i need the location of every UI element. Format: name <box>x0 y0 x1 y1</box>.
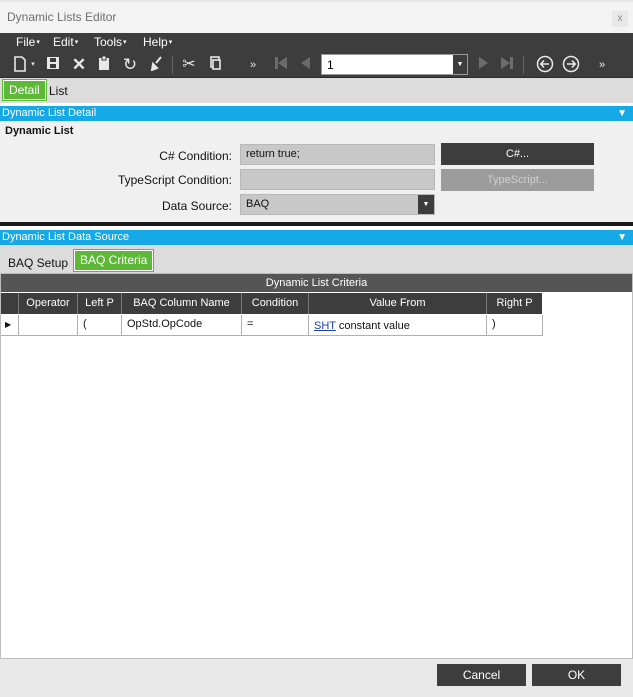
value-from-text: constant value <box>338 320 410 332</box>
chevron-down-icon[interactable]: ▼ <box>453 55 467 74</box>
typescript-condition-field[interactable] <box>240 169 435 190</box>
pin-icon[interactable]: ▼ <box>617 230 627 245</box>
row-selector-header <box>1 293 19 314</box>
typescript-condition-label: TypeScript Condition: <box>117 173 232 187</box>
forward-icon[interactable] <box>561 55 581 75</box>
toolbar-separator <box>172 56 173 74</box>
group-title: Dynamic List <box>5 125 74 137</box>
tab-detail[interactable]: Detail <box>3 80 46 100</box>
section-divider <box>0 222 633 226</box>
copy-icon[interactable] <box>205 55 225 75</box>
datasource-section-header: Dynamic List Data Source ▼ <box>0 230 633 245</box>
first-record-icon[interactable] <box>271 55 291 75</box>
section-title: Dynamic List Detail <box>2 107 97 119</box>
clear-icon[interactable] <box>147 55 167 75</box>
menu-file[interactable]: File▾ <box>16 35 40 49</box>
paste-icon[interactable] <box>94 55 114 75</box>
dialog-footer: Cancel OK <box>0 659 633 697</box>
ok-button[interactable]: OK <box>532 664 621 686</box>
column-header-value-from[interactable]: Value From <box>309 293 487 314</box>
overflow-icon[interactable]: » <box>243 55 263 75</box>
cell-condition[interactable]: = <box>242 315 309 336</box>
cell-baq-column-name[interactable]: OpStd.OpCode <box>122 315 242 336</box>
window-title: Dynamic Lists Editor <box>7 10 117 24</box>
cell-right-p[interactable]: ) <box>487 315 543 336</box>
chevron-down-icon[interactable]: ▼ <box>418 195 434 214</box>
record-number-input[interactable] <box>322 55 457 74</box>
column-header-left-p[interactable]: Left P <box>78 293 122 314</box>
csharp-condition-label: C# Condition: <box>159 149 232 163</box>
cell-left-p[interactable]: ( <box>78 315 122 336</box>
cancel-button[interactable]: Cancel <box>437 664 526 686</box>
column-header-right-p[interactable]: Right P <box>487 293 542 314</box>
csharp-condition-field[interactable]: return true; <box>240 144 435 165</box>
typescript-button[interactable]: TypeScript... <box>441 169 594 191</box>
previous-record-icon[interactable] <box>296 55 316 75</box>
refresh-icon[interactable]: ↻ <box>120 55 140 75</box>
last-record-icon[interactable] <box>497 55 517 75</box>
detail-section-header: Dynamic List Detail ▼ <box>0 106 633 121</box>
menu-tools[interactable]: Tools▾ <box>94 35 127 49</box>
cell-value-from[interactable]: SHT constant value <box>309 315 487 336</box>
column-header-condition[interactable]: Condition <box>242 293 309 314</box>
more-icon[interactable]: » <box>592 55 612 75</box>
menu-help[interactable]: Help▾ <box>143 35 172 49</box>
section-title: Dynamic List Data Source <box>2 231 130 243</box>
cut-icon[interactable]: ✂ <box>179 55 199 75</box>
detail-panel: Dynamic List C# Condition: return true; … <box>0 121 633 222</box>
data-source-value: BAQ <box>246 198 270 210</box>
column-header-operator[interactable]: Operator <box>19 293 78 314</box>
tab-baq-criteria[interactable]: BAQ Criteria <box>74 250 154 271</box>
data-source-select[interactable]: BAQ ▼ <box>240 194 435 215</box>
close-icon[interactable]: x <box>612 11 628 27</box>
menu-bar: File▾ Edit▾ Tools▾ Help▾ <box>0 33 633 51</box>
record-navigator: ▼ <box>321 54 468 75</box>
tab-list[interactable]: List <box>49 84 68 98</box>
next-record-icon[interactable] <box>473 55 493 75</box>
delete-icon[interactable]: ✕ <box>69 55 89 75</box>
new-dropdown-icon[interactable]: ▾ <box>27 55 39 75</box>
toolbar: ▾ ✕ ↻ ✂ » ▼ » <box>0 51 633 78</box>
save-icon[interactable] <box>43 55 63 75</box>
value-from-link[interactable]: SHT <box>314 320 336 332</box>
back-icon[interactable] <box>535 55 555 75</box>
csharp-button[interactable]: C#... <box>441 143 594 165</box>
criteria-grid: Dynamic List Criteria Operator Left P BA… <box>0 273 633 659</box>
toolbar-separator <box>523 56 524 74</box>
data-source-label: Data Source: <box>161 199 232 213</box>
pin-icon[interactable]: ▼ <box>617 106 627 121</box>
title-bar: Dynamic Lists Editor x <box>0 0 633 33</box>
datasource-tab-bar: BAQ Setup BAQ Criteria <box>0 245 633 273</box>
top-tab-bar: Detail List <box>0 78 633 103</box>
column-header-baq-column-name[interactable]: BAQ Column Name <box>122 293 242 314</box>
row-selector-icon[interactable]: ▶ <box>1 315 19 336</box>
tab-baq-setup[interactable]: BAQ Setup <box>8 256 68 270</box>
cell-operator[interactable] <box>19 315 78 336</box>
grid-caption: Dynamic List Criteria <box>1 274 632 292</box>
menu-edit[interactable]: Edit▾ <box>53 35 78 49</box>
